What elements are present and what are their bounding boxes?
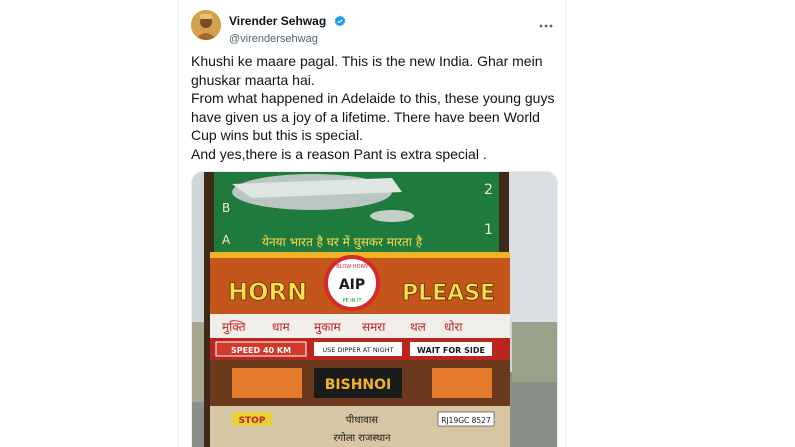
truck-place: समरा [362, 320, 386, 334]
tweet-header: Virender Sehwag @virendersehwag [191, 8, 553, 48]
truck-please-text: PLEASE [402, 281, 495, 306]
truck-place: धोरा [444, 320, 463, 334]
truck-badge-ring-bottom: PE IN IT [342, 298, 362, 304]
truck-place: मुक्ति [222, 320, 247, 335]
truck-district: रगोला राजस्थान [333, 432, 391, 444]
tweet-line: Khushi ke maare pagal. This is the new I… [191, 53, 543, 88]
author-name-row: Virender Sehwag [229, 12, 346, 32]
truck-wait-label: WAIT FOR SIDE [417, 346, 485, 355]
tweet-line: And yes,there is a reason Pant is extra … [191, 145, 487, 162]
truck-letter: B [222, 201, 230, 215]
avatar[interactable] [191, 10, 221, 40]
truck-horn-text: HORN [228, 278, 307, 306]
tweet-line: From what happened in Adelaide to this, … [191, 90, 555, 143]
truck-number: 1 [484, 222, 493, 238]
truck-number: 2 [484, 182, 493, 198]
truck-place: धाम [272, 320, 290, 334]
truck-badge-text: AIP [339, 277, 365, 293]
truck-place: थल [410, 320, 427, 334]
author-handle[interactable]: @virendersehwag [229, 33, 346, 45]
tweet-media-image[interactable]: B A 2 1 येनया भारत है घर में घुसकर मारता… [191, 171, 558, 447]
author-block[interactable]: Virender Sehwag @virendersehwag [229, 12, 346, 45]
truck-number-plate: RJ19GC 8527 [441, 416, 491, 425]
verified-badge-icon [334, 14, 346, 32]
truck-town: पीथावास [346, 414, 378, 426]
truck-photo: B A 2 1 येनया भारत है घर में घुसकर मारता… [192, 172, 557, 447]
truck-name-plate: BISHNOI [325, 377, 392, 393]
truck-places-strip [210, 314, 510, 338]
truck-speed-label: SPEED 40 KM [231, 346, 291, 355]
truck-letter: A [222, 233, 231, 247]
truck-dipper-label: USE DIPPER AT NIGHT [322, 346, 393, 354]
truck-slogan: येनया भारत है घर में घुसकर मारता है [262, 235, 423, 250]
tweet-text: Khushi ke maare pagal. This is the new I… [191, 52, 559, 163]
more-dots-icon[interactable] [539, 16, 553, 28]
truck-badge-ring-top: BLOW HORN [336, 264, 368, 270]
truck-place: मुकाम [314, 320, 342, 335]
author-display-name[interactable]: Virender Sehwag [229, 14, 326, 28]
truck-stop-label: STOP [239, 416, 266, 426]
tweet-card[interactable]: Virender Sehwag @virendersehwag Khushi k… [178, 0, 566, 447]
